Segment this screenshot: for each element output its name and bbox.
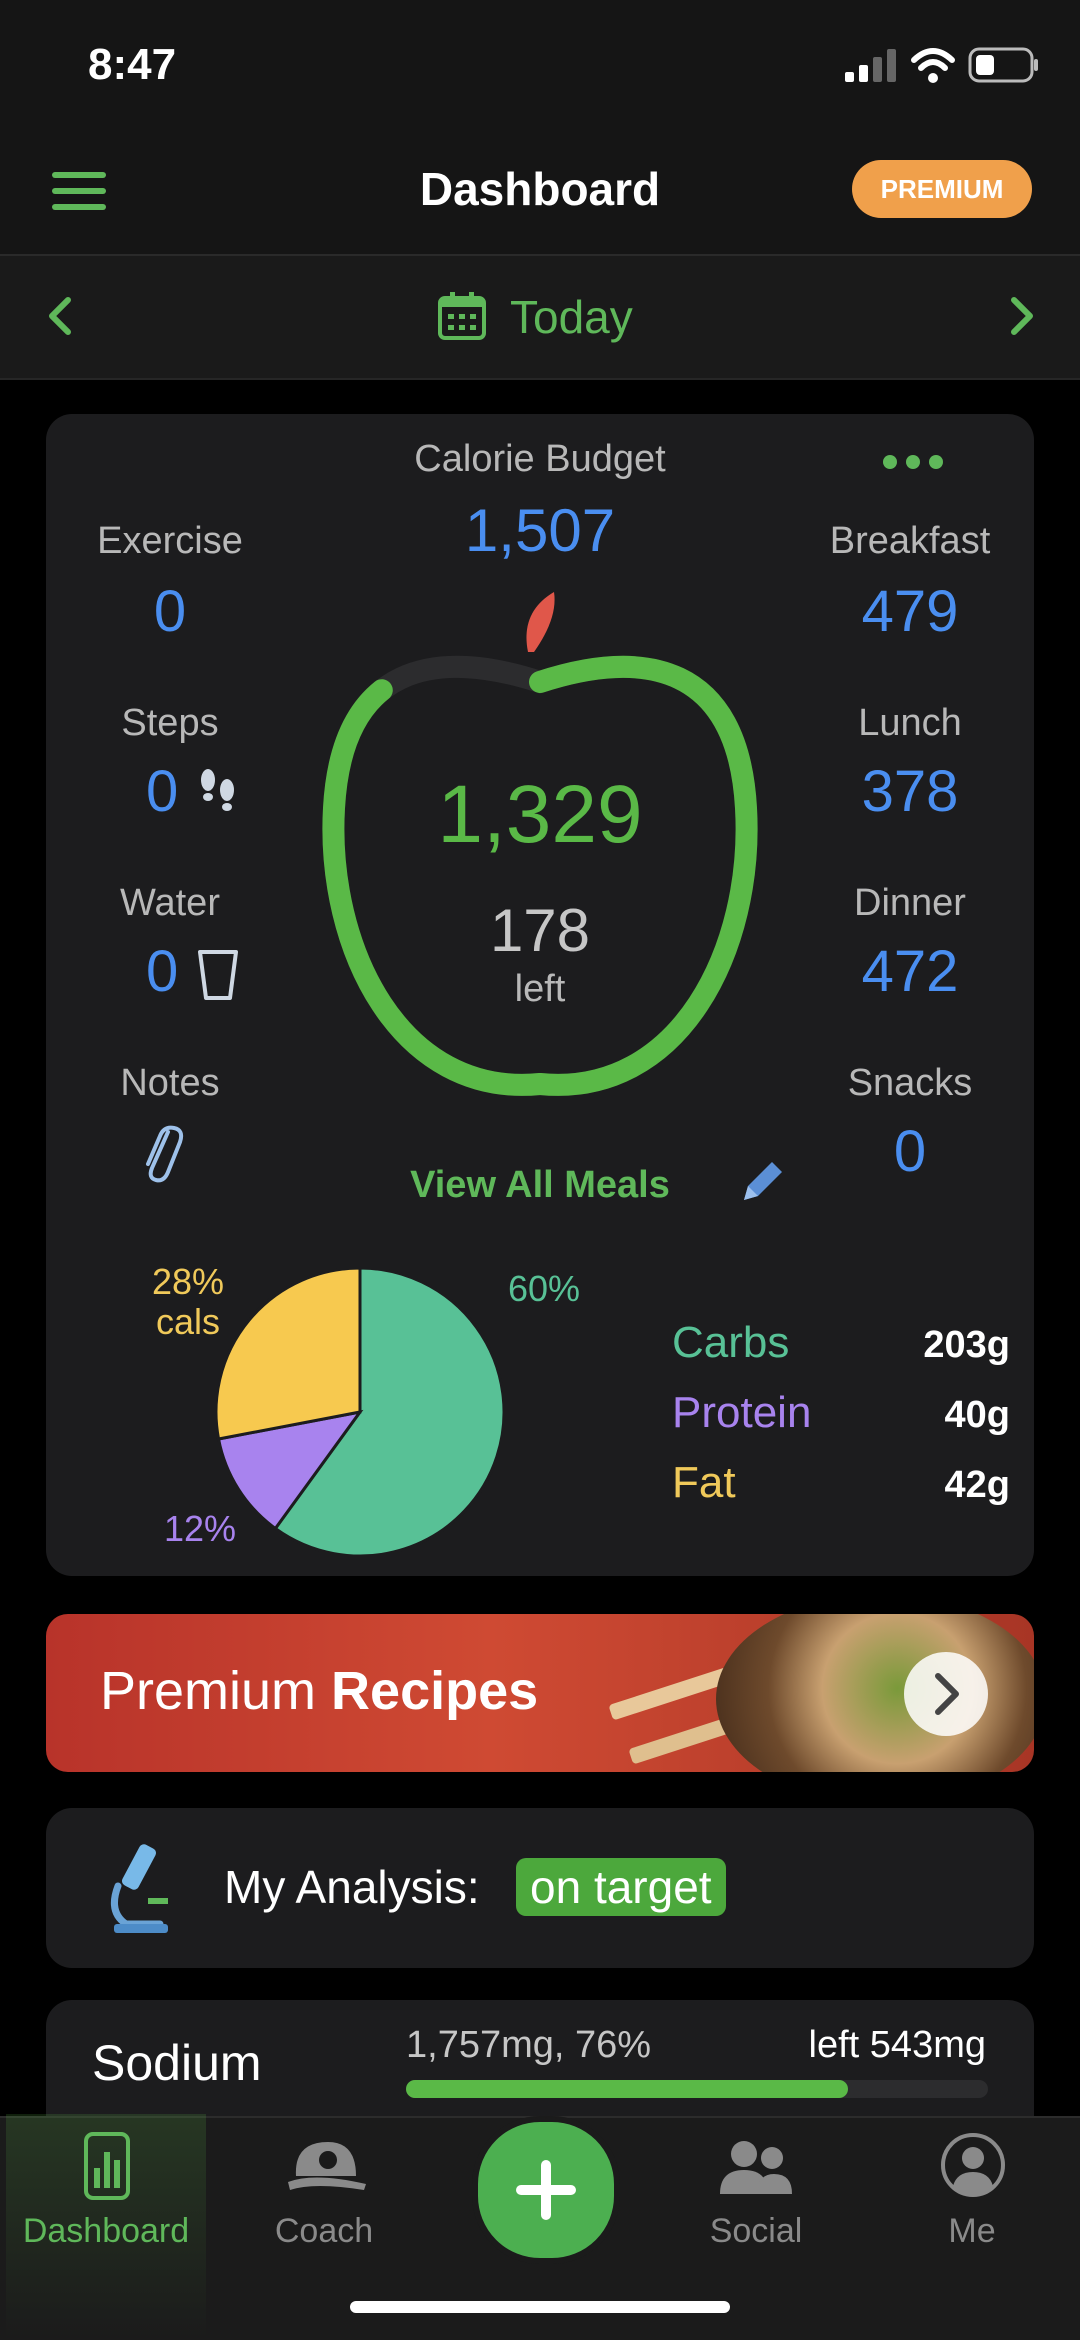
tab-social[interactable]: Social bbox=[656, 2212, 856, 2251]
pencil-edit-icon[interactable] bbox=[736, 1156, 786, 1208]
more-options-icon[interactable] bbox=[880, 452, 946, 472]
breakfast-value[interactable]: 479 bbox=[810, 578, 1010, 645]
steps-value[interactable]: 0 bbox=[146, 758, 178, 825]
recipes-banner-title: Premium Recipes bbox=[100, 1660, 538, 1722]
wifi-icon bbox=[911, 48, 955, 83]
water-glass-icon bbox=[198, 950, 238, 1000]
coach-cap-icon[interactable] bbox=[284, 2136, 368, 2196]
banner-arrow-button[interactable] bbox=[902, 1650, 990, 1738]
steps-label: Steps bbox=[121, 702, 219, 744]
fat-percent-value: 28% bbox=[151, 1261, 225, 1302]
protein-percent-label: 12% bbox=[164, 1508, 237, 1549]
plus-icon bbox=[516, 2160, 576, 2220]
analysis-status-badge: on target bbox=[516, 1858, 726, 1916]
calories-left-label: left bbox=[514, 968, 566, 1010]
calories-eaten-value: 1,329 bbox=[437, 769, 643, 860]
snacks-label: Snacks bbox=[847, 1062, 973, 1104]
tab-coach[interactable]: Coach bbox=[224, 2212, 424, 2251]
carbs-percent-label: 60% bbox=[508, 1268, 581, 1309]
sodium-amount: 1,757mg, 76% bbox=[406, 2024, 652, 2066]
fat-percent-sub: cals bbox=[155, 1301, 221, 1342]
tab-me[interactable]: Me bbox=[872, 2212, 1072, 2251]
dinner-value[interactable]: 472 bbox=[810, 938, 1010, 1005]
chevron-left-icon[interactable] bbox=[44, 296, 74, 336]
sodium-left: left 543mg bbox=[808, 2024, 986, 2066]
snacks-value[interactable]: 0 bbox=[810, 1118, 1010, 1185]
recipes-banner-part2: Recipes bbox=[331, 1661, 539, 1721]
apple-leaf-icon bbox=[526, 592, 555, 652]
sodium-progress-fill bbox=[406, 2080, 849, 2098]
water-value[interactable]: 0 bbox=[146, 938, 178, 1005]
calorie-budget-value: 1,507 bbox=[464, 497, 616, 564]
analysis-label: My Analysis: bbox=[224, 1861, 480, 1913]
exercise-value[interactable]: 0 bbox=[70, 578, 270, 645]
status-time: 8:47 bbox=[88, 40, 177, 89]
chevron-right-icon[interactable] bbox=[1008, 296, 1038, 336]
premium-button[interactable]: PREMIUM bbox=[852, 160, 1032, 218]
fat-percent-label: 28% cals bbox=[138, 1262, 238, 1342]
macro-pie-chart[interactable] bbox=[210, 1262, 510, 1562]
signal-icon bbox=[845, 49, 896, 82]
sodium-label: Sodium bbox=[92, 2035, 262, 2091]
fat-value: 42g bbox=[944, 1464, 1010, 1506]
calendar-icon[interactable] bbox=[436, 290, 488, 342]
notes-label: Notes bbox=[120, 1062, 220, 1104]
paperclip-icon[interactable] bbox=[140, 1122, 184, 1184]
carbs-value: 203g bbox=[923, 1324, 1010, 1366]
home-indicator bbox=[350, 2301, 730, 2313]
lunch-label: Lunch bbox=[858, 702, 962, 744]
lunch-value[interactable]: 378 bbox=[810, 758, 1010, 825]
calorie-budget-label: Calorie Budget bbox=[414, 438, 666, 480]
tab-dashboard[interactable]: Dashboard bbox=[6, 2212, 206, 2251]
recipes-banner-part1: Premium bbox=[100, 1661, 317, 1721]
protein-value: 40g bbox=[944, 1394, 1010, 1436]
battery-icon bbox=[968, 47, 1038, 83]
carbs-label: Carbs bbox=[672, 1318, 790, 1367]
protein-label: Protein bbox=[672, 1388, 812, 1437]
water-label: Water bbox=[120, 882, 220, 924]
calories-left-value: 178 bbox=[489, 897, 591, 964]
footprints-icon bbox=[201, 769, 234, 811]
microscope-icon bbox=[110, 1844, 168, 1933]
calorie-progress-arc bbox=[322, 655, 758, 1096]
exercise-label: Exercise bbox=[97, 520, 243, 562]
dashboard-tab-icon[interactable] bbox=[82, 2130, 132, 2202]
dinner-label: Dinner bbox=[854, 882, 966, 924]
fat-label: Fat bbox=[672, 1458, 736, 1507]
social-people-icon[interactable] bbox=[716, 2138, 796, 2198]
add-entry-button[interactable] bbox=[472, 2116, 620, 2264]
me-profile-icon[interactable] bbox=[940, 2132, 1006, 2198]
date-label[interactable]: Today bbox=[510, 290, 633, 344]
sodium-progress-track bbox=[406, 2080, 988, 2098]
breakfast-label: Breakfast bbox=[829, 520, 991, 562]
view-all-meals-link[interactable]: View All Meals bbox=[340, 1164, 740, 1207]
